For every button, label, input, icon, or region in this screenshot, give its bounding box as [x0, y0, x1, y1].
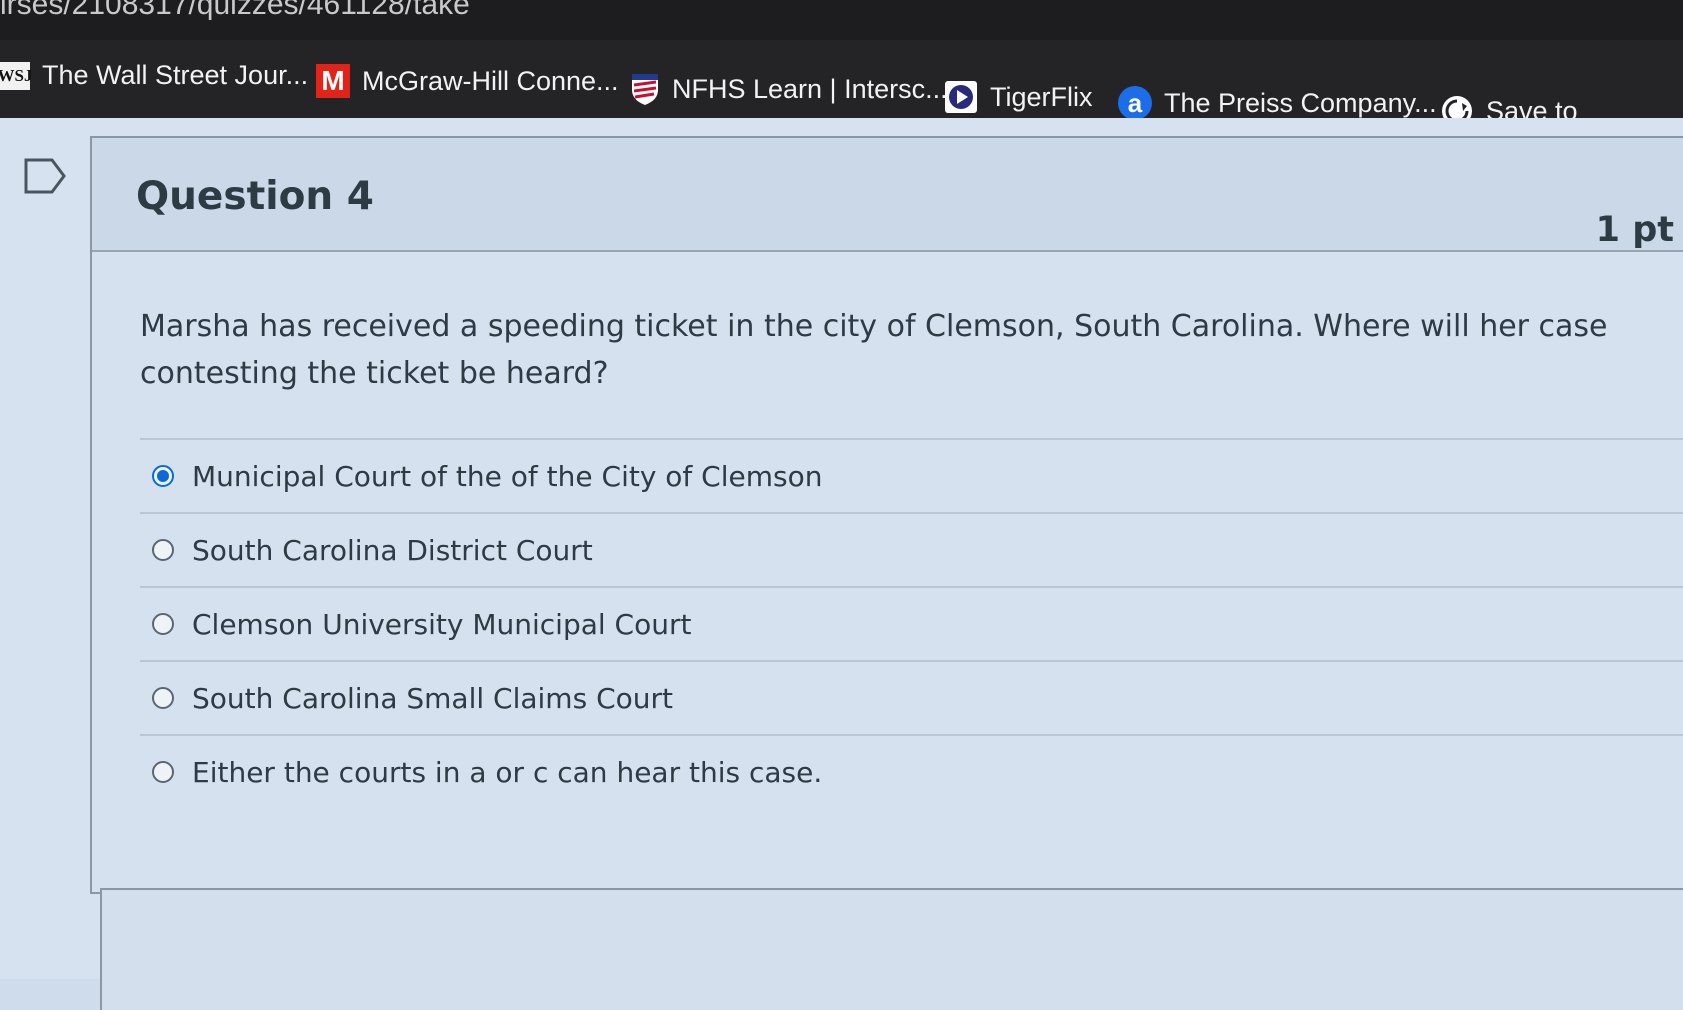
nfhs-icon: [630, 72, 660, 106]
question-card: Question 4 1 pt Marsha has received a sp…: [90, 136, 1683, 894]
bookmark-label: TigerFlix: [990, 81, 1093, 112]
wsj-icon: WSJ: [0, 61, 32, 90]
radio-button[interactable]: [152, 687, 174, 709]
preiss-icon: a: [1118, 86, 1152, 120]
radio-button[interactable]: [152, 539, 174, 561]
answer-option[interactable]: Either the courts in a or c can hear thi…: [140, 734, 1683, 808]
radio-button[interactable]: [152, 761, 174, 783]
question-points: 1 pt: [1595, 210, 1674, 250]
answer-label: Municipal Court of the of the City of Cl…: [192, 459, 823, 493]
mcgraw-hill-icon: M: [316, 64, 350, 98]
bookmark-wsj[interactable]: WSJ The Wall Street Jour...: [0, 60, 308, 91]
answer-label: South Carolina District Court: [192, 533, 593, 567]
play-icon: [944, 80, 978, 114]
quiz-page: Question 4 1 pt Marsha has received a sp…: [0, 118, 1683, 1010]
bookmark-label: NFHS Learn | Intersc...: [672, 73, 948, 104]
bookmark-nfhs[interactable]: NFHS Learn | Intersc...: [630, 72, 948, 106]
bookmark-mcgraw-hill[interactable]: M McGraw-Hill Conne...: [316, 64, 619, 98]
question-title: Question 4: [136, 174, 374, 219]
answer-option[interactable]: Municipal Court of the of the City of Cl…: [140, 438, 1683, 512]
answer-option[interactable]: South Carolina Small Claims Court: [140, 660, 1683, 734]
answer-label: Either the courts in a or c can hear thi…: [192, 755, 823, 789]
bookmark-tigerflix[interactable]: TigerFlix: [944, 80, 1093, 114]
answer-label: Clemson University Municipal Court: [192, 607, 692, 641]
flag-question-icon[interactable]: [24, 158, 66, 198]
radio-button-selected[interactable]: [152, 465, 174, 487]
question-header: Question 4 1 pt: [92, 138, 1683, 252]
address-bar[interactable]: irses/2108317/quizzes/461128/take: [0, 0, 1683, 40]
url-text: irses/2108317/quizzes/461128/take: [0, 0, 470, 21]
bookmark-label: The Wall Street Jour...: [42, 60, 309, 90]
next-question-card: [100, 888, 1683, 1010]
bookmark-label: McGraw-Hill Conne...: [362, 65, 619, 96]
bookmark-preiss[interactable]: a The Preiss Company...: [1118, 86, 1437, 120]
radio-button[interactable]: [152, 613, 174, 635]
answer-option[interactable]: Clemson University Municipal Court: [140, 586, 1683, 660]
bookmark-label: The Preiss Company...: [1164, 87, 1437, 118]
answer-option[interactable]: South Carolina District Court: [140, 512, 1683, 586]
question-text: Marsha has received a speeding ticket in…: [140, 309, 1608, 391]
answer-list: Municipal Court of the of the City of Cl…: [140, 438, 1683, 808]
answer-label: South Carolina Small Claims Court: [192, 681, 673, 715]
